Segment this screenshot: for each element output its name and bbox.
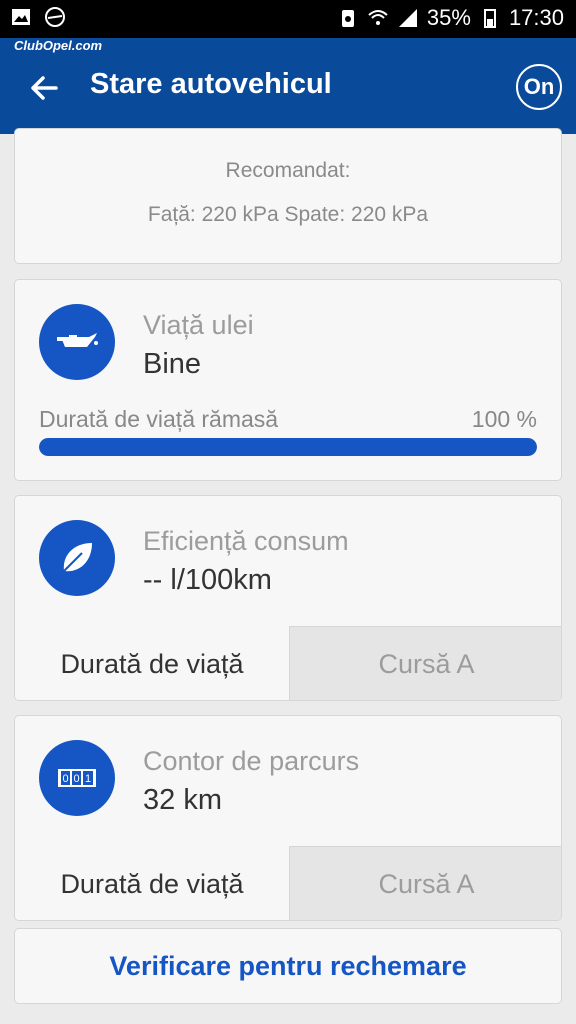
- odometer-card: 001 Contor de parcurs 32 km Durată de vi…: [14, 715, 562, 921]
- battery-icon: [483, 9, 496, 28]
- tire-pressure-values: Față: 220 kPa Spate: 220 kPa: [147, 203, 429, 226]
- oil-progress-fill: [39, 438, 537, 456]
- oil-can-icon: [39, 304, 115, 380]
- oil-remaining-label: Durată de viață rămasă: [39, 406, 279, 432]
- wifi-icon: [368, 10, 388, 25]
- watermark: ClubOpel.com: [14, 38, 103, 53]
- opel-logo-icon: [45, 7, 65, 27]
- tire-pressure-card: Recomandat: Față: 220 kPa Spate: 220 kPa: [14, 128, 562, 264]
- oil-progress-track: [39, 438, 537, 456]
- odometer-value: 32 km: [143, 784, 222, 816]
- image-icon: [12, 9, 30, 25]
- fuel-efficiency-card: Eficiență consum -- l/100km Durată de vi…: [14, 495, 562, 701]
- efficiency-label: Eficiență consum: [143, 526, 349, 556]
- onstar-label: On: [523, 74, 555, 99]
- oil-life-card: Viață ulei Bine Durată de viață rămasă 1…: [14, 279, 562, 481]
- tab-lifetime[interactable]: Durată de viață: [15, 846, 289, 920]
- tab-trip-a[interactable]: Cursă A: [289, 626, 561, 700]
- battery-percent: 35%: [426, 5, 471, 30]
- tire-recommended-label: Recomandat:: [225, 159, 351, 182]
- odometer-tabs: Durată de viață Cursă A: [15, 846, 561, 920]
- odometer-label: Contor de parcurs: [143, 746, 360, 776]
- app-bar: ClubOpel.com Stare autovehicul On: [0, 38, 576, 134]
- efficiency-value: -- l/100km: [143, 564, 272, 596]
- oil-remaining-percent: 100 %: [471, 406, 537, 432]
- signal-icon: [398, 9, 417, 27]
- oil-life-status: Bine: [143, 348, 202, 380]
- odometer-icon: 001: [39, 740, 115, 816]
- onstar-button[interactable]: On: [516, 64, 562, 110]
- efficiency-tabs: Durată de viață Cursă A: [15, 626, 561, 700]
- oil-life-label: Viață ulei: [143, 310, 254, 340]
- svg-text:0: 0: [62, 773, 68, 785]
- status-bar: 35% 17:30: [0, 0, 576, 38]
- recall-check-button[interactable]: Verificare pentru rechemare: [14, 928, 562, 1004]
- tab-lifetime[interactable]: Durată de viață: [15, 626, 289, 700]
- page-title: Stare autovehicul: [90, 68, 332, 100]
- svg-text:1: 1: [85, 773, 91, 785]
- clock: 17:30: [508, 5, 564, 30]
- leaf-icon: [39, 520, 115, 596]
- svg-text:0: 0: [73, 773, 79, 785]
- recycle-icon: [341, 10, 354, 27]
- tab-trip-a[interactable]: Cursă A: [289, 846, 561, 920]
- back-arrow-icon[interactable]: [26, 70, 62, 106]
